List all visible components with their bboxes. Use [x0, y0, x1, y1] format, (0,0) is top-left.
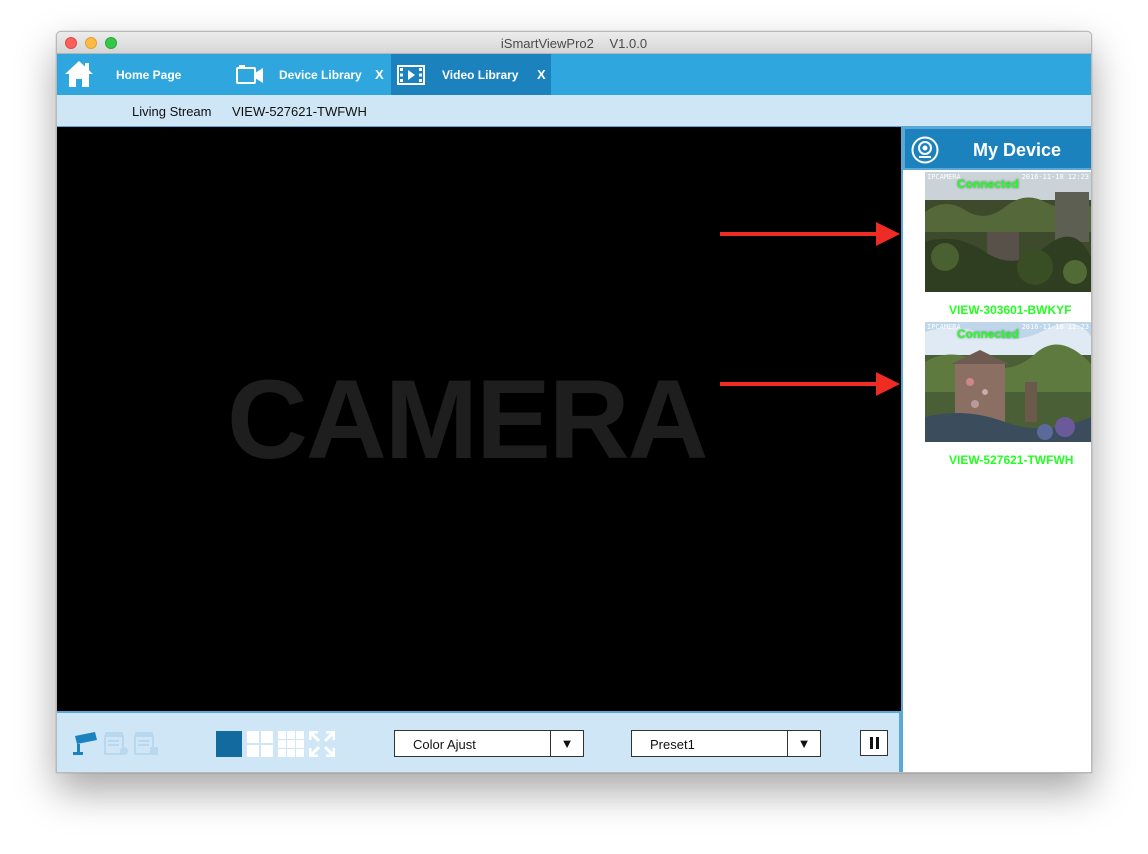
- chevron-down-icon[interactable]: ▼: [550, 731, 583, 756]
- snapshot-list-icon[interactable]: [133, 730, 159, 761]
- device-thumbnail[interactable]: IPCAMERA 2016-11-18 12:23 Connected: [925, 172, 1091, 292]
- tab-home-page-label: Home Page: [116, 67, 182, 82]
- annotation-arrow: [720, 222, 900, 246]
- webcam-icon: [911, 136, 939, 169]
- home-icon: [64, 60, 94, 91]
- osd-label: IPCAMERA: [927, 173, 961, 181]
- device-name: VIEW-527621-TWFWH: [949, 453, 1074, 467]
- nine-view-icon[interactable]: [278, 731, 304, 762]
- device-name: VIEW-303601-BWKYF: [949, 303, 1072, 317]
- osd-timestamp: 2016-11-18 12:23: [1021, 323, 1089, 331]
- app-name: iSmartViewPro2: [500, 36, 594, 51]
- stream-label: Living Stream: [132, 104, 212, 119]
- film-icon: [397, 65, 425, 88]
- stream-device-name: VIEW-527621-TWFWH: [232, 104, 367, 119]
- video-viewport[interactable]: CAMERA: [57, 127, 901, 711]
- quad-view-icon[interactable]: [247, 731, 273, 762]
- tab-home-page[interactable]: Home Page: [57, 54, 227, 95]
- record-list-icon[interactable]: [103, 730, 129, 761]
- device-thumbnail[interactable]: IPCAMERA 2016-11-18 12:23 Connected: [925, 322, 1091, 442]
- connection-status: Connected: [957, 177, 1020, 191]
- preset-select[interactable]: Preset1 ▼: [631, 730, 821, 757]
- title-bar: iSmartViewPro2 V1.0.0: [57, 32, 1091, 54]
- tab-video-library-label: Video Library: [442, 67, 519, 82]
- color-adjust-value: Color Ajust: [413, 737, 476, 752]
- chevron-down-icon[interactable]: ▼: [787, 731, 820, 756]
- osd-label: IPCAMERA: [927, 323, 961, 331]
- control-bar: Color Ajust ▼ Preset1 ▼: [57, 711, 901, 772]
- camera-watermark: CAMERA: [227, 357, 709, 482]
- tab-device-library[interactable]: Device Library X: [227, 54, 391, 95]
- tab-video-library-close[interactable]: X: [537, 67, 546, 82]
- tab-device-library-close[interactable]: X: [375, 67, 384, 82]
- tab-video-library[interactable]: Video Library X: [391, 54, 551, 95]
- app-version: V1.0.0: [609, 36, 648, 51]
- sidebar-title: My Device: [973, 140, 1062, 160]
- device-sidebar: My Device IPCAMERA 2016-11-18 12:23 Conn…: [901, 127, 1091, 772]
- stream-info-bar: Living Stream VIEW-527621-TWFWH: [57, 95, 1091, 127]
- connection-status: Connected: [957, 327, 1020, 341]
- sidebar-header: My Device: [903, 127, 1091, 170]
- camera-icon: [236, 65, 264, 88]
- tab-bar: Home Page Device Library X Video Library…: [57, 54, 1091, 95]
- app-window: iSmartViewPro2 V1.0.0 Home Page Device L…: [56, 31, 1092, 773]
- fullscreen-icon[interactable]: [308, 730, 336, 762]
- single-view-icon[interactable]: [216, 731, 242, 762]
- osd-timestamp: 2016-11-18 12:23: [1021, 173, 1089, 181]
- preset-value: Preset1: [650, 737, 695, 752]
- tab-device-library-label: Device Library: [279, 67, 362, 82]
- surveillance-camera-icon[interactable]: [71, 730, 99, 761]
- annotation-arrow: [720, 372, 900, 396]
- window-title: iSmartViewPro2 V1.0.0: [57, 36, 1091, 51]
- pause-button[interactable]: [860, 730, 888, 756]
- color-adjust-select[interactable]: Color Ajust ▼: [394, 730, 584, 757]
